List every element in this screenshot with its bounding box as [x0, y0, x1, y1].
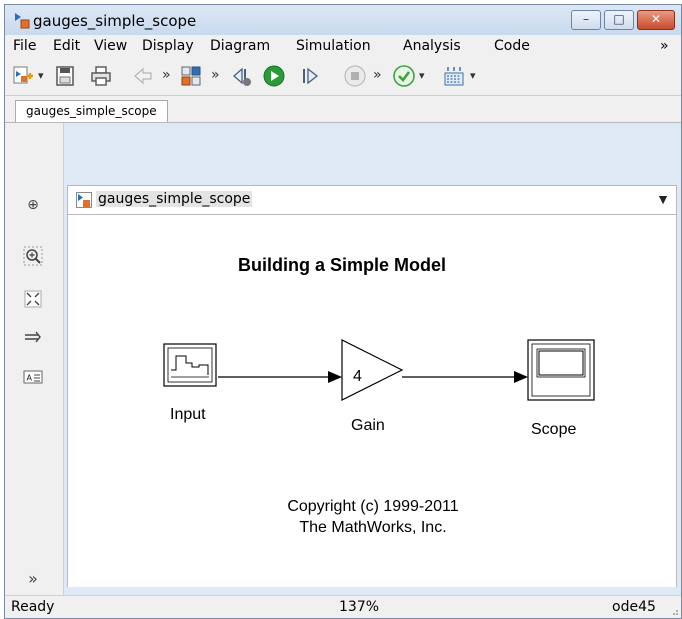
toolbar-overflow-2[interactable]: » [211, 67, 220, 83]
scope-block[interactable] [527, 339, 595, 401]
breadcrumb-dropdown-icon[interactable]: ▼ [656, 191, 670, 207]
back-icon[interactable] [131, 64, 155, 88]
menu-simulation[interactable]: Simulation [296, 38, 371, 54]
menu-diagram[interactable]: Diagram [210, 38, 270, 54]
window-title: gauges_simple_scope [33, 12, 197, 30]
svg-text:A: A [27, 374, 33, 383]
signal-line-input-gain[interactable] [218, 371, 342, 383]
menu-edit[interactable]: Edit [53, 38, 80, 54]
new-dropdown-icon[interactable]: ▾ [38, 69, 44, 82]
gain-value: 4 [353, 368, 362, 385]
input-label: Input [170, 406, 206, 423]
new-model-icon[interactable] [11, 64, 35, 88]
left-palette: ⊕ A » [5, 123, 64, 596]
close-icon: ✕ [650, 12, 662, 26]
tab-gauges-simple-scope[interactable]: gauges_simple_scope [15, 100, 168, 122]
toolbar-overflow-3[interactable]: » [373, 67, 382, 83]
build-icon[interactable] [442, 64, 466, 88]
advisor-dropdown-icon[interactable]: ▾ [419, 69, 425, 82]
maximize-icon: □ [613, 12, 625, 26]
copyright-line-2: The MathWorks, Inc. [299, 519, 447, 536]
minimize-button[interactable]: – [571, 10, 601, 30]
line-routing-icon[interactable] [23, 327, 43, 347]
toolbar: ▾ » » » ▾ ▾ [5, 57, 681, 96]
step-back-icon[interactable] [230, 64, 254, 88]
build-dropdown-icon[interactable]: ▾ [470, 69, 476, 82]
toolbar-overflow-1[interactable]: » [162, 67, 171, 83]
zoom-level: 137% [339, 599, 380, 615]
title-bar: gauges_simple_scope – □ ✕ [5, 5, 681, 35]
annotation-icon[interactable]: A [23, 367, 43, 387]
minimize-icon: – [583, 12, 589, 26]
scope-label: Scope [531, 421, 577, 438]
simulink-window: gauges_simple_scope – □ ✕ File Edit View… [4, 4, 682, 619]
explorer-bar: gauges_simple_scope ▼ [67, 185, 677, 215]
status-text: Ready [11, 599, 55, 615]
simulink-model-icon [15, 13, 30, 29]
menu-file[interactable]: File [13, 38, 36, 54]
expand-palette-icon[interactable]: » [23, 569, 43, 589]
print-icon[interactable] [89, 64, 113, 88]
hide-explorer-icon[interactable]: ⊕ [23, 195, 43, 215]
model-canvas[interactable]: Building a Simple Model 4 Input Gain Sco… [67, 215, 677, 587]
step-forward-icon[interactable] [298, 64, 322, 88]
tab-strip: gauges_simple_scope [5, 96, 681, 123]
maximize-button[interactable]: □ [604, 10, 634, 30]
status-bar: Ready 137% ode45 [5, 595, 681, 618]
resize-grip-icon[interactable] [669, 606, 679, 616]
model-advisor-icon[interactable] [392, 64, 416, 88]
zoom-icon[interactable] [23, 246, 43, 266]
gain-label: Gain [351, 417, 385, 434]
model-icon [76, 192, 92, 208]
run-icon[interactable] [262, 64, 286, 88]
menu-bar: File Edit View Display Diagram Simulatio… [5, 35, 681, 58]
window-controls: – □ ✕ [571, 10, 675, 30]
solver-name[interactable]: ode45 [612, 599, 656, 615]
menu-display[interactable]: Display [142, 38, 194, 54]
gain-block[interactable] [341, 339, 404, 401]
library-browser-icon[interactable] [179, 64, 203, 88]
menu-code[interactable]: Code [494, 38, 530, 54]
menu-analysis[interactable]: Analysis [403, 38, 461, 54]
breadcrumb-model[interactable]: gauges_simple_scope [96, 191, 253, 207]
menu-view[interactable]: View [94, 38, 127, 54]
stop-icon[interactable] [343, 64, 367, 88]
fit-to-view-icon[interactable] [23, 289, 43, 309]
close-button[interactable]: ✕ [637, 10, 675, 30]
signal-line-gain-scope[interactable] [402, 371, 528, 383]
input-block[interactable] [163, 343, 217, 387]
copyright-line-1: Copyright (c) 1999-2011 [287, 498, 459, 515]
save-icon[interactable] [53, 64, 77, 88]
menu-overflow[interactable]: » [660, 38, 669, 54]
